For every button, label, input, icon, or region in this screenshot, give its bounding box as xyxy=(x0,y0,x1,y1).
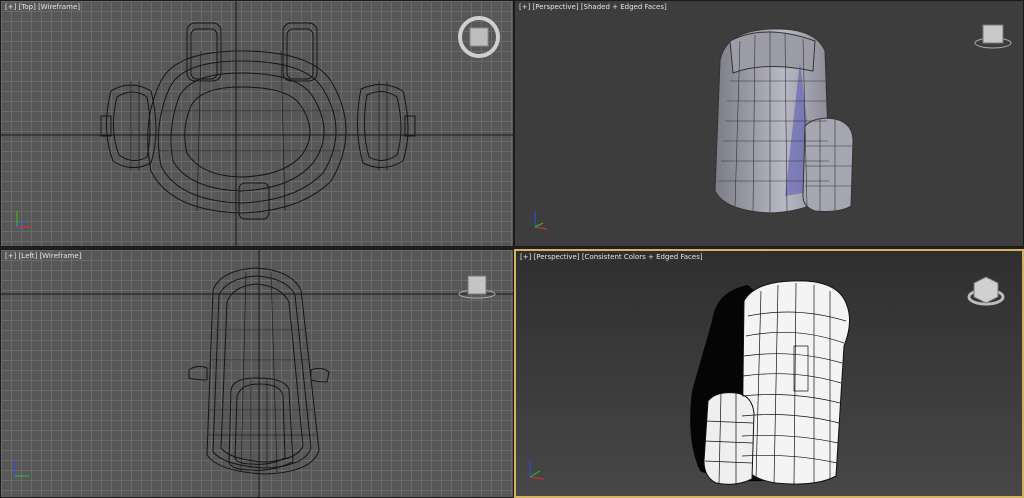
viewport-label: [+] [Top] [Wireframe] xyxy=(5,3,80,11)
shaded-backpack-model xyxy=(714,28,854,214)
view-name-button[interactable]: [Left] xyxy=(19,252,38,260)
left-view-backpack-wireframe xyxy=(1,250,513,497)
viewport-top[interactable]: [+] [Top] [Wireframe] xyxy=(0,0,514,247)
viewcube-icon[interactable] xyxy=(457,15,501,63)
consistent-colors-backpack-model xyxy=(690,280,850,485)
view-name-button[interactable]: [Top] xyxy=(19,3,36,11)
viewcube-icon[interactable] xyxy=(973,19,1013,57)
view-name-button[interactable]: [Perspective] xyxy=(534,253,580,261)
viewport-label: [+] [Left] [Wireframe] xyxy=(5,252,81,260)
top-view-backpack-wireframe xyxy=(1,1,513,246)
view-name-button[interactable]: [Perspective] xyxy=(533,3,579,11)
axis-tripod-icon xyxy=(531,207,555,235)
viewport-perspective-shaded[interactable]: [+] [Perspective] [Shaded + Edged Faces] xyxy=(514,0,1024,247)
viewcube-icon[interactable] xyxy=(457,272,497,306)
viewport-menu-button[interactable]: [+] xyxy=(520,253,531,261)
viewport-perspective-consistent[interactable]: [+] [Perspective] [Consistent Colors + E… xyxy=(514,249,1024,498)
viewport-menu-button[interactable]: [+] xyxy=(519,3,530,11)
shading-mode-button[interactable]: [Wireframe] xyxy=(39,252,81,260)
axis-tripod-icon xyxy=(526,457,550,485)
viewcube-icon[interactable] xyxy=(966,271,1006,315)
shading-mode-button[interactable]: [Wireframe] xyxy=(38,3,80,11)
axis-tripod-icon xyxy=(11,456,35,484)
axis-tripod-icon xyxy=(13,207,37,235)
viewport-label: [+] [Perspective] [Shaded + Edged Faces] xyxy=(519,3,667,11)
viewport-label: [+] [Perspective] [Consistent Colors + E… xyxy=(520,253,703,261)
shading-mode-button[interactable]: [Shaded + Edged Faces] xyxy=(581,3,667,11)
shading-mode-button[interactable]: [Consistent Colors + Edged Faces] xyxy=(582,253,703,261)
viewport-layout: [+] [Top] [Wireframe] [+] [Perspective] … xyxy=(0,0,1024,498)
viewport-menu-button[interactable]: [+] xyxy=(5,252,16,260)
viewport-menu-button[interactable]: [+] xyxy=(5,3,16,11)
viewport-left[interactable]: [+] [Left] [Wireframe] xyxy=(0,249,514,498)
